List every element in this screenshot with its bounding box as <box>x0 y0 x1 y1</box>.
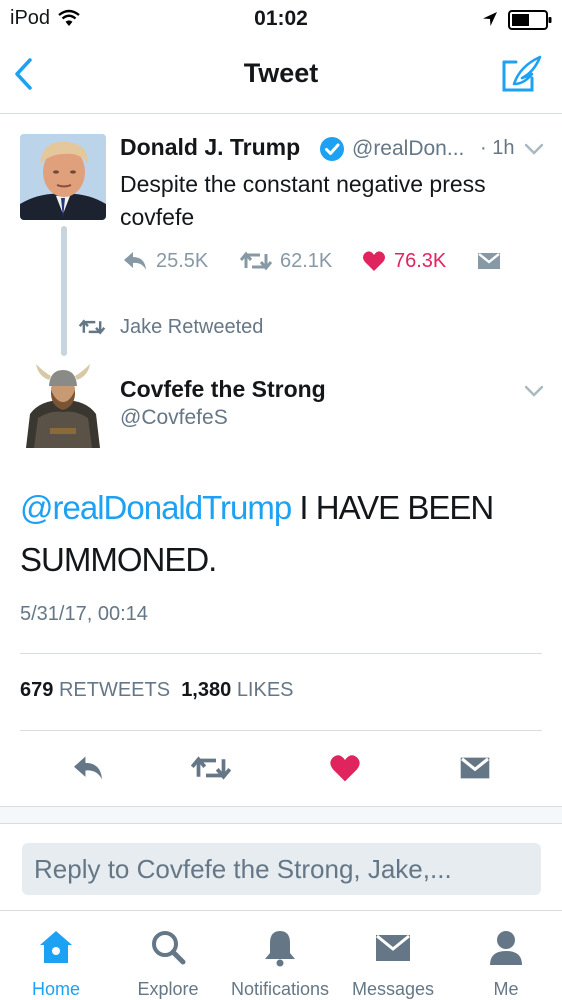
trump-avatar[interactable] <box>20 134 106 220</box>
heart-icon <box>330 755 360 782</box>
tab-notifications[interactable]: Notifications <box>224 921 336 1000</box>
envelope-icon <box>460 757 490 779</box>
compose-tweet-button[interactable] <box>500 54 544 94</box>
retweet-button[interactable] <box>189 750 233 786</box>
status-clock: 01:02 <box>254 7 308 30</box>
parent-tweet-menu-chevron-icon[interactable] <box>524 142 544 156</box>
page-title: Tweet <box>243 58 319 88</box>
retweet-icon <box>240 251 272 271</box>
tab-label: Messages <box>351 979 435 999</box>
parent-like-count: 76.3K <box>394 249 447 272</box>
covfefe-avatar[interactable] <box>20 362 106 448</box>
location-icon <box>483 12 497 26</box>
main-tweet-author-handle[interactable]: @CovfefeS <box>120 406 228 430</box>
likes-label: LIKES <box>236 679 294 701</box>
parent-reply-count: 25.5K <box>156 249 209 272</box>
viking-warrior-image <box>20 362 106 448</box>
parent-tweet-text: Despite the constant negative press covf… <box>120 171 486 230</box>
main-tweet-author-name[interactable]: Covfefe the Strong <box>120 376 326 403</box>
tab-bar: Home Explore Notifications Messages Me <box>0 910 562 1000</box>
parent-like-button[interactable]: 76.3K <box>362 246 446 276</box>
parent-reply-button[interactable]: 25.5K <box>122 246 208 276</box>
section-separator <box>0 806 562 824</box>
tab-messages[interactable]: Messages <box>337 921 449 1000</box>
retweets-label: RETWEETS <box>58 679 171 701</box>
parent-retweet-button[interactable]: 62.1K <box>240 246 332 276</box>
tab-home[interactable]: Home <box>0 921 112 1000</box>
parent-retweet-count: 62.1K <box>280 249 333 272</box>
battery-icon <box>508 10 552 30</box>
tab-label: Explore <box>137 979 199 999</box>
main-tweet-menu-chevron-icon[interactable] <box>524 384 544 398</box>
reply-icon <box>74 756 102 780</box>
retweet-icon <box>78 319 106 335</box>
retweets-stat[interactable]: 679 RETWEETS <box>20 679 170 701</box>
retweet-count: 679 <box>20 679 54 701</box>
likes-stat[interactable]: 1,380 LIKES <box>181 679 293 701</box>
like-button[interactable] <box>323 750 367 786</box>
main-tweet-text: @realDonaldTrump I HAVE BEEN SUMMONED. <box>20 482 545 586</box>
direct-message-button[interactable] <box>453 750 497 786</box>
home-icon <box>40 931 72 963</box>
tab-label: Notifications <box>230 979 330 999</box>
bell-icon <box>265 931 295 967</box>
tab-me[interactable]: Me <box>450 921 562 1000</box>
parent-tweet-author-handle[interactable]: @realDon... <box>352 137 464 161</box>
tab-label: Home <box>31 979 80 999</box>
tweet-stats: 679 RETWEETS 1,380 LIKES <box>20 679 294 702</box>
retweet-icon <box>191 756 231 780</box>
divider <box>20 730 542 731</box>
main-tweet-timestamp: 5/31/17, 00:14 <box>20 603 148 625</box>
nav-bar: Tweet <box>0 38 562 114</box>
trump-portrait-image <box>20 134 106 220</box>
reply-button[interactable] <box>66 750 110 786</box>
verified-badge-icon <box>320 137 344 161</box>
reply-input[interactable] <box>22 843 541 895</box>
search-icon <box>152 931 186 965</box>
person-icon <box>490 931 522 965</box>
mention-link[interactable]: @realDonaldTrump <box>20 489 292 526</box>
thread-connector-line <box>61 226 67 356</box>
envelope-icon <box>376 934 410 961</box>
parent-tweet-author-name[interactable]: Donald J. Trump <box>120 134 300 161</box>
status-bar: iPod 01:02 <box>0 0 562 38</box>
tab-explore[interactable]: Explore <box>112 921 224 1000</box>
like-count: 1,380 <box>181 679 232 701</box>
heart-icon <box>363 251 385 271</box>
envelope-icon <box>478 253 500 269</box>
retweet-context-label[interactable]: Jake Retweeted <box>78 314 263 340</box>
parent-tweet-time[interactable]: · 1h <box>480 137 514 160</box>
tab-label: Me <box>493 979 519 999</box>
parent-direct-message-button[interactable] <box>476 246 510 276</box>
retweeted-by-text: Jake Retweeted <box>120 315 264 338</box>
divider <box>20 653 542 654</box>
reply-icon <box>124 252 146 270</box>
